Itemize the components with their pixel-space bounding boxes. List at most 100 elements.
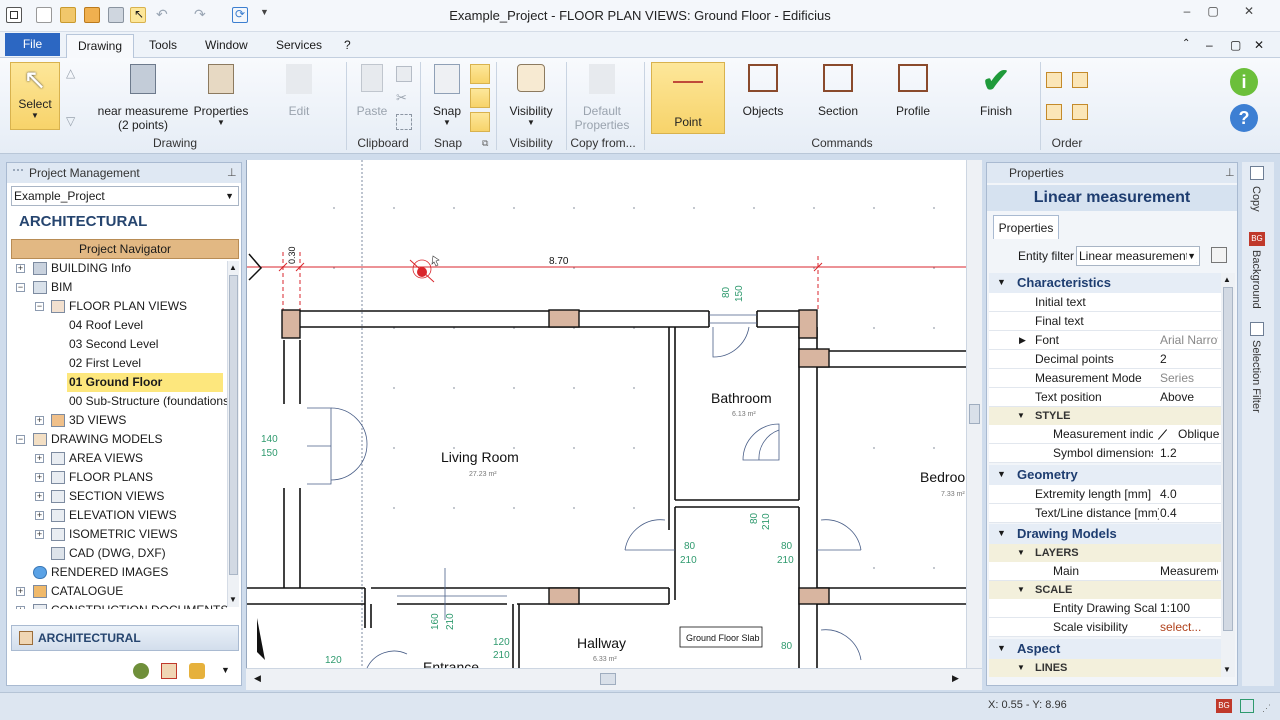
tab-tools[interactable]: Tools <box>149 38 177 52</box>
tree-scroll-thumb[interactable] <box>229 275 238 575</box>
snap-endpoint-toggle[interactable] <box>470 64 490 84</box>
tree-item-elevation-views[interactable]: ELEVATION VIEWS <box>69 506 177 525</box>
tree-item-rendered-images[interactable]: RENDERED IMAGES <box>51 563 168 582</box>
tab-drawing[interactable]: Drawing <box>66 34 134 59</box>
prop-initial-text[interactable]: Initial text <box>989 293 1221 312</box>
dimension-line[interactable]: 8.70 0.30 <box>247 246 966 310</box>
properties-pin-icon[interactable]: ⊥ <box>1225 166 1235 179</box>
snap-dialog-launcher[interactable]: ⧉ <box>482 138 488 149</box>
prop-measurement-indicator[interactable]: Measurement indicatOblique <box>989 425 1221 444</box>
order-back-icon[interactable] <box>1072 72 1088 88</box>
order-forward-icon[interactable] <box>1046 104 1062 120</box>
canvas-vertical-scrollbar[interactable] <box>966 160 982 668</box>
collapse-icon[interactable]: ▼ <box>997 643 1006 653</box>
shortcut-menu-icon[interactable]: ▼ <box>221 665 230 675</box>
canvas-horizontal-scrollbar[interactable]: ◀ ▶ <box>246 668 982 690</box>
doc-minimize-button[interactable]: – <box>1206 38 1213 52</box>
properties-button[interactable]: Properties ▼ <box>192 64 250 134</box>
slab-label-box[interactable]: Ground Floor Slab <box>679 626 763 648</box>
close-button[interactable]: ✕ <box>1234 2 1264 20</box>
prop-extremity-length[interactable]: Extremity length [mm] 4.0 <box>989 485 1221 504</box>
tree-item-building-info[interactable]: BUILDING Info <box>51 259 131 278</box>
collapse-icon[interactable]: ▼ <box>997 528 1006 538</box>
prop-decimal-points[interactable]: Decimal points 2 <box>989 350 1221 369</box>
objects-button[interactable]: Objects <box>738 64 788 134</box>
project-select[interactable]: Example_Project ▼ <box>11 186 239 206</box>
help-icon[interactable]: ? <box>1230 104 1258 132</box>
section-drawing-models[interactable]: Drawing Models <box>989 524 1221 544</box>
tree-item-section-views[interactable]: SECTION VIEWS <box>69 487 164 506</box>
order-backward-icon[interactable] <box>1072 104 1088 120</box>
properties-scroll-thumb[interactable] <box>1223 287 1233 631</box>
prop-symbol-dimensions[interactable]: Symbol dimensions [1.2 <box>989 444 1221 463</box>
prop-main-layer[interactable]: Main Measureme <box>989 562 1221 581</box>
scroll-left-icon[interactable]: ◀ <box>254 673 261 684</box>
tree-item-floor-plan-views[interactable]: FLOOR PLAN VIEWS <box>69 297 187 316</box>
scroll-up-icon[interactable]: ▲ <box>229 263 237 272</box>
finish-button[interactable]: ✔ Finish <box>972 64 1020 134</box>
tree-item-sub-structure[interactable]: 00 Sub-Structure (foundations) <box>69 392 227 411</box>
point-button[interactable]: Point <box>651 62 725 134</box>
pin-icon[interactable]: ⊥ <box>227 166 237 179</box>
collapse-icon[interactable]: ▼ <box>1017 663 1025 672</box>
drawing-canvas[interactable]: 8.70 0.30 140 150 80 150 80 210 80 210 8… <box>246 160 966 668</box>
tree-item-isometric-views[interactable]: ISOMETRIC VIEWS <box>69 525 178 544</box>
paste-button[interactable]: Paste <box>352 64 392 134</box>
tree-item-3d-views[interactable]: 3D VIEWS <box>69 411 126 430</box>
tab-help[interactable]: ? <box>344 38 351 52</box>
snap-button[interactable]: Snap ▼ <box>428 64 466 134</box>
scroll-down-icon[interactable]: ▼ <box>229 595 237 604</box>
tree-item-bim[interactable]: BIM <box>51 278 72 297</box>
select-button[interactable]: ↖ Select ▼ <box>10 62 60 130</box>
profile-button[interactable]: Profile <box>888 64 938 134</box>
bg-status-icon[interactable]: BG <box>1216 699 1232 713</box>
side-tab-background[interactable]: Background <box>1250 250 1262 309</box>
section-button[interactable]: Section <box>812 64 864 134</box>
tree-item-construction-documents[interactable]: CONSTRUCTION DOCUMENTS SET <box>51 601 227 609</box>
doc-close-button[interactable]: ✕ <box>1254 38 1264 52</box>
snap-grid-toggle[interactable] <box>470 112 490 132</box>
doc-restore-button[interactable]: ▢ <box>1230 38 1241 52</box>
prop-text-line-distance[interactable]: Text/Line distance [mm] 0.4 <box>989 504 1221 523</box>
filter-edit-icon[interactable] <box>1211 247 1227 263</box>
snap-line-toggle[interactable] <box>470 88 490 108</box>
properties-tab[interactable]: Properties <box>993 215 1059 239</box>
prop-scale-visibility[interactable]: Scale visibility select... <box>989 618 1221 637</box>
prop-text-position[interactable]: Text position Above <box>989 388 1221 407</box>
collapse-icon[interactable]: ▼ <box>997 277 1006 287</box>
collapse-icon[interactable]: ▼ <box>997 469 1006 479</box>
file-menu-button[interactable]: File <box>5 33 60 56</box>
tree-item-catalogue[interactable]: CATALOGUE <box>51 582 123 601</box>
canvas-vscroll-thumb[interactable] <box>969 404 980 424</box>
footer-category-tab[interactable]: ARCHITECTURAL <box>11 625 239 651</box>
tree-scrollbar[interactable]: ▲ ▼ <box>227 261 239 607</box>
project-navigator-bar[interactable]: Project Navigator <box>11 239 239 259</box>
tree-item-floor-plans[interactable]: FLOOR PLANS <box>69 468 153 487</box>
plugins-shortcut-icon[interactable] <box>189 663 205 679</box>
ribbon-collapse-icon[interactable]: ⌃ <box>1182 38 1190 49</box>
edit-button[interactable]: Edit <box>276 64 322 134</box>
section-characteristics[interactable]: Characteristics <box>989 273 1221 293</box>
copy-format-icon[interactable] <box>396 114 412 130</box>
catalogue-shortcut-icon[interactable] <box>133 663 149 679</box>
side-tab-selection-filter[interactable]: Selection Filter <box>1250 340 1262 413</box>
section-aspect[interactable]: Aspect <box>989 639 1221 659</box>
prop-final-text[interactable]: Final text <box>989 312 1221 331</box>
grid-status-icon[interactable] <box>1240 699 1254 713</box>
tree-item-roof-level[interactable]: 04 Roof Level <box>69 316 143 335</box>
section-geometry[interactable]: Geometry <box>989 465 1221 485</box>
entity-filter-select[interactable]: Linear measurement ( ▼ <box>1076 246 1200 266</box>
linear-measure-button[interactable]: near measureme (2 points) <box>95 64 191 134</box>
plan-shortcut-icon[interactable] <box>161 663 177 679</box>
tree-item-cad[interactable]: CAD (DWG, DXF) <box>69 544 166 563</box>
scroll-up-icon[interactable]: ▲ <box>1223 275 1231 284</box>
tree-item-drawing-models[interactable]: DRAWING MODELS <box>51 430 163 449</box>
cut-small-icon[interactable]: ✂ <box>396 90 407 106</box>
floor-plan-drawing[interactable]: 8.70 0.30 140 150 80 150 80 210 80 210 8… <box>247 160 966 668</box>
tab-window[interactable]: Window <box>205 38 248 52</box>
maximize-button[interactable]: ▢ <box>1198 2 1228 20</box>
copy-small-icon[interactable] <box>396 66 412 82</box>
resize-grip-icon[interactable]: ⋰ <box>1262 703 1271 714</box>
prop-font[interactable]: ▶ Font Arial Narrov <box>989 331 1221 350</box>
info-icon[interactable]: i <box>1230 68 1258 96</box>
